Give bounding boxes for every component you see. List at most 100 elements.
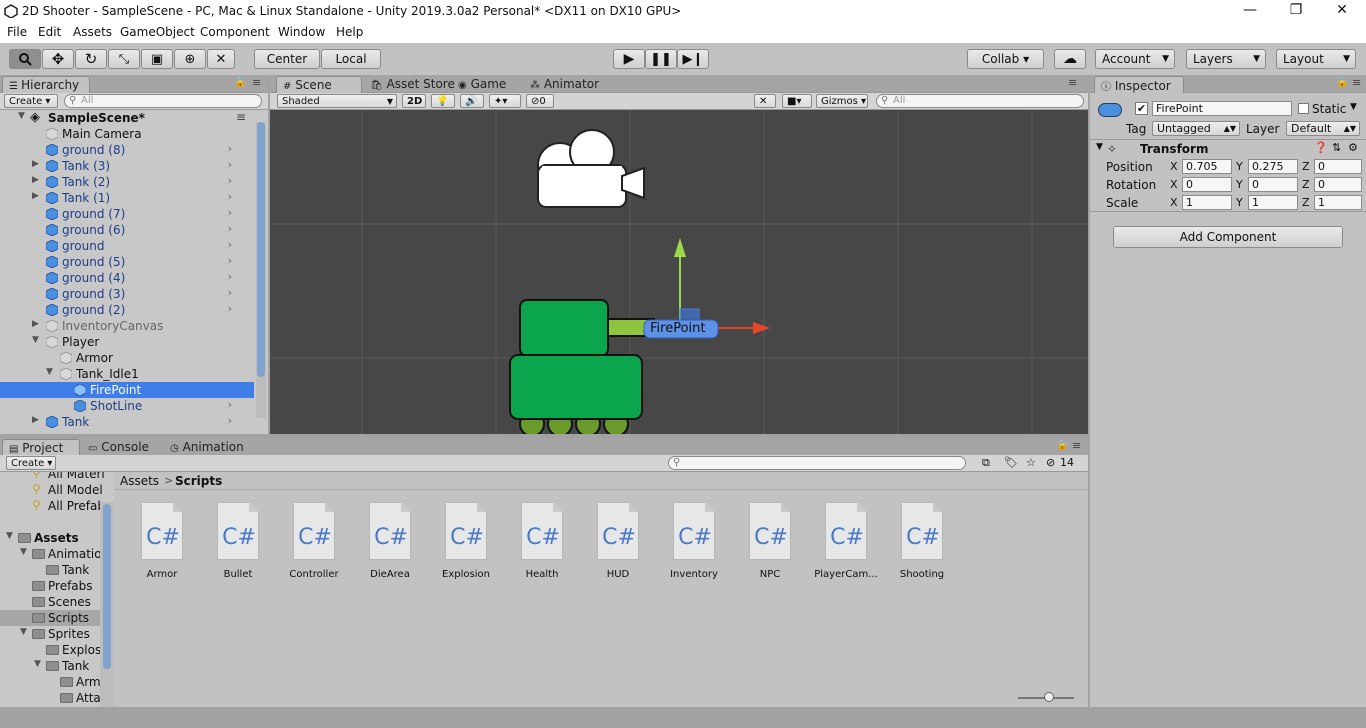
menu-gameobject[interactable]: GameObject <box>120 25 195 39</box>
pivot-center-button[interactable]: Center <box>254 49 320 69</box>
tab-animator[interactable]: ⁂ Animator <box>524 76 605 93</box>
project-folder-item[interactable]: Atta <box>0 690 114 706</box>
tab-asset-store[interactable]: 🛍 Asset Store <box>364 76 461 93</box>
hierarchy-item[interactable]: ▶ Tank (3) › <box>0 158 254 174</box>
lock-icon[interactable]: 🔒 <box>1056 440 1068 451</box>
hierarchy-item[interactable]: ground (5) › <box>0 254 254 270</box>
shading-mode-dropdown[interactable]: Shaded ▼ <box>277 94 397 108</box>
gizmos-dropdown[interactable]: Gizmos ▾ <box>816 94 868 108</box>
project-search-input[interactable]: ⚲ <box>668 456 966 470</box>
tank-sprite[interactable] <box>509 299 655 434</box>
hand-tool-button[interactable] <box>9 49 41 69</box>
add-component-button[interactable]: Add Component <box>1113 226 1343 248</box>
scene-menu-icon[interactable]: ≡ <box>236 110 246 124</box>
camera-dropdown[interactable]: ■▾ <box>782 94 812 108</box>
hierarchy-item[interactable]: ground (4) › <box>0 270 254 286</box>
script-file[interactable]: C# Armor <box>127 502 197 580</box>
scene-viewport[interactable]: FirePoint <box>270 110 1088 434</box>
transform-tool-button[interactable]: ⊕ <box>174 49 206 69</box>
hierarchy-scrollbar[interactable] <box>256 122 266 418</box>
menu-icon[interactable]: ≡ <box>1068 76 1077 89</box>
menu-help[interactable]: Help <box>336 25 363 39</box>
hierarchy-item[interactable]: ground (7) › <box>0 206 254 222</box>
project-folder-item[interactable]: ▼ Tank <box>0 658 114 674</box>
chevron-right-icon[interactable]: › <box>228 398 232 411</box>
chevron-right-icon[interactable]: › <box>228 254 232 267</box>
scene-canvas[interactable] <box>270 110 1088 434</box>
script-file[interactable]: C# Inventory <box>659 502 729 580</box>
project-folder-item[interactable]: Tank <box>0 562 114 578</box>
x-field[interactable]: 0.705 <box>1182 159 1232 174</box>
project-tree-scrollbar[interactable] <box>100 502 114 707</box>
menu-component[interactable]: Component <box>200 25 270 39</box>
hierarchy-item[interactable]: ShotLine › <box>0 398 254 414</box>
z-field[interactable]: 1 <box>1314 195 1362 210</box>
script-file[interactable]: C# Bullet <box>203 502 273 580</box>
hierarchy-item[interactable]: ground (8) › <box>0 142 254 158</box>
layer-dropdown[interactable]: Default ▲▼ <box>1286 121 1360 136</box>
camera-gizmo-icon[interactable] <box>537 129 645 208</box>
hierarchy-item[interactable]: Main Camera <box>0 126 254 142</box>
favorite-item[interactable]: ⚲ All Materi <box>0 472 114 482</box>
active-checkbox[interactable]: ✔ <box>1135 102 1148 115</box>
chevron-right-icon[interactable]: › <box>228 270 232 283</box>
effects-dropdown[interactable]: ✦▾ <box>489 94 521 108</box>
hierarchy-item[interactable]: Armor <box>0 350 254 366</box>
chevron-right-icon[interactable]: › <box>228 174 232 187</box>
gear-icon[interactable]: ⚙ <box>1348 141 1358 154</box>
tag-dropdown[interactable]: Untagged ▲▼ <box>1152 121 1240 136</box>
chevron-right-icon[interactable]: › <box>228 206 232 219</box>
menu-edit[interactable]: Edit <box>38 25 61 39</box>
hierarchy-item[interactable]: ▶ Tank › <box>0 414 254 430</box>
tab-project[interactable]: ▤ Project <box>2 439 80 456</box>
z-field[interactable]: 0 <box>1314 159 1362 174</box>
chevron-right-icon[interactable]: › <box>228 142 232 155</box>
scene-tools-button[interactable]: ✕ <box>754 94 776 108</box>
hierarchy-create-button[interactable]: Create ▾ <box>4 94 58 108</box>
hierarchy-item[interactable]: ground (2) › <box>0 302 254 318</box>
layers-dropdown[interactable]: Layers ▼ <box>1186 49 1266 69</box>
project-folder-item[interactable]: Explos <box>0 642 114 658</box>
script-file[interactable]: C# NPC <box>735 502 805 580</box>
menu-assets[interactable]: Assets <box>73 25 112 39</box>
lock-icon[interactable]: 🔒 <box>234 77 246 88</box>
zoom-slider-thumb[interactable] <box>1044 692 1054 702</box>
chevron-right-icon[interactable]: › <box>228 238 232 251</box>
breadcrumb-scripts[interactable]: Scripts <box>175 474 222 488</box>
transform-header[interactable]: ▼ ⟡ Transform ❓ ⇅ ⚙ <box>1090 141 1366 157</box>
chevron-down-icon[interactable]: ▼ <box>1350 102 1357 112</box>
hidden-objects-toggle[interactable]: ⊘ 0 <box>526 94 554 108</box>
minimize-button[interactable]: — <box>1230 2 1270 18</box>
close-button[interactable]: ✕ <box>1322 2 1362 18</box>
project-folder-item[interactable]: ▼ Assets <box>0 530 114 546</box>
custom-tool-button[interactable]: ✕ <box>207 49 235 69</box>
scale-tool-button[interactable]: ⤡ <box>108 49 140 69</box>
rotate-tool-button[interactable]: ↻ <box>75 49 107 69</box>
menu-file[interactable]: File <box>7 25 27 39</box>
menu-icon[interactable]: ≡ <box>252 76 261 89</box>
cloud-button[interactable]: ☁ <box>1054 49 1086 69</box>
z-field[interactable]: 0 <box>1314 177 1362 192</box>
maximize-button[interactable]: ❐ <box>1276 2 1316 18</box>
scene-row[interactable]: ▼ ◈ SampleScene* ≡ <box>0 110 254 126</box>
mode-2d-button[interactable]: 2D <box>402 94 426 108</box>
chevron-right-icon[interactable]: › <box>228 302 232 315</box>
x-field[interactable]: 1 <box>1182 195 1232 210</box>
script-file[interactable]: C# Shooting <box>887 502 957 580</box>
tab-hierarchy[interactable]: ☰ Hierarchy <box>2 76 90 93</box>
tab-console[interactable]: ▭ Console <box>82 439 155 456</box>
object-name-field[interactable]: FirePoint <box>1152 101 1292 116</box>
project-tree-scroll-thumb[interactable] <box>103 504 111 669</box>
collab-button[interactable]: Collab ▾ <box>967 49 1044 69</box>
presets-icon[interactable]: ⇅ <box>1332 141 1341 154</box>
hierarchy-item[interactable]: ▶ InventoryCanvas <box>0 318 254 334</box>
project-create-button[interactable]: Create ▾ <box>6 456 56 470</box>
script-file[interactable]: C# Explosion <box>431 502 501 580</box>
chevron-right-icon[interactable]: › <box>228 190 232 203</box>
menu-icon[interactable]: ≡ <box>1072 439 1081 452</box>
step-button[interactable]: ▶❙ <box>677 49 709 69</box>
tab-scene[interactable]: # Scene <box>276 76 362 93</box>
hierarchy-search-input[interactable]: All ⚲ <box>64 94 262 108</box>
rect-tool-button[interactable]: ▣ <box>141 49 173 69</box>
chevron-right-icon[interactable]: › <box>228 158 232 171</box>
